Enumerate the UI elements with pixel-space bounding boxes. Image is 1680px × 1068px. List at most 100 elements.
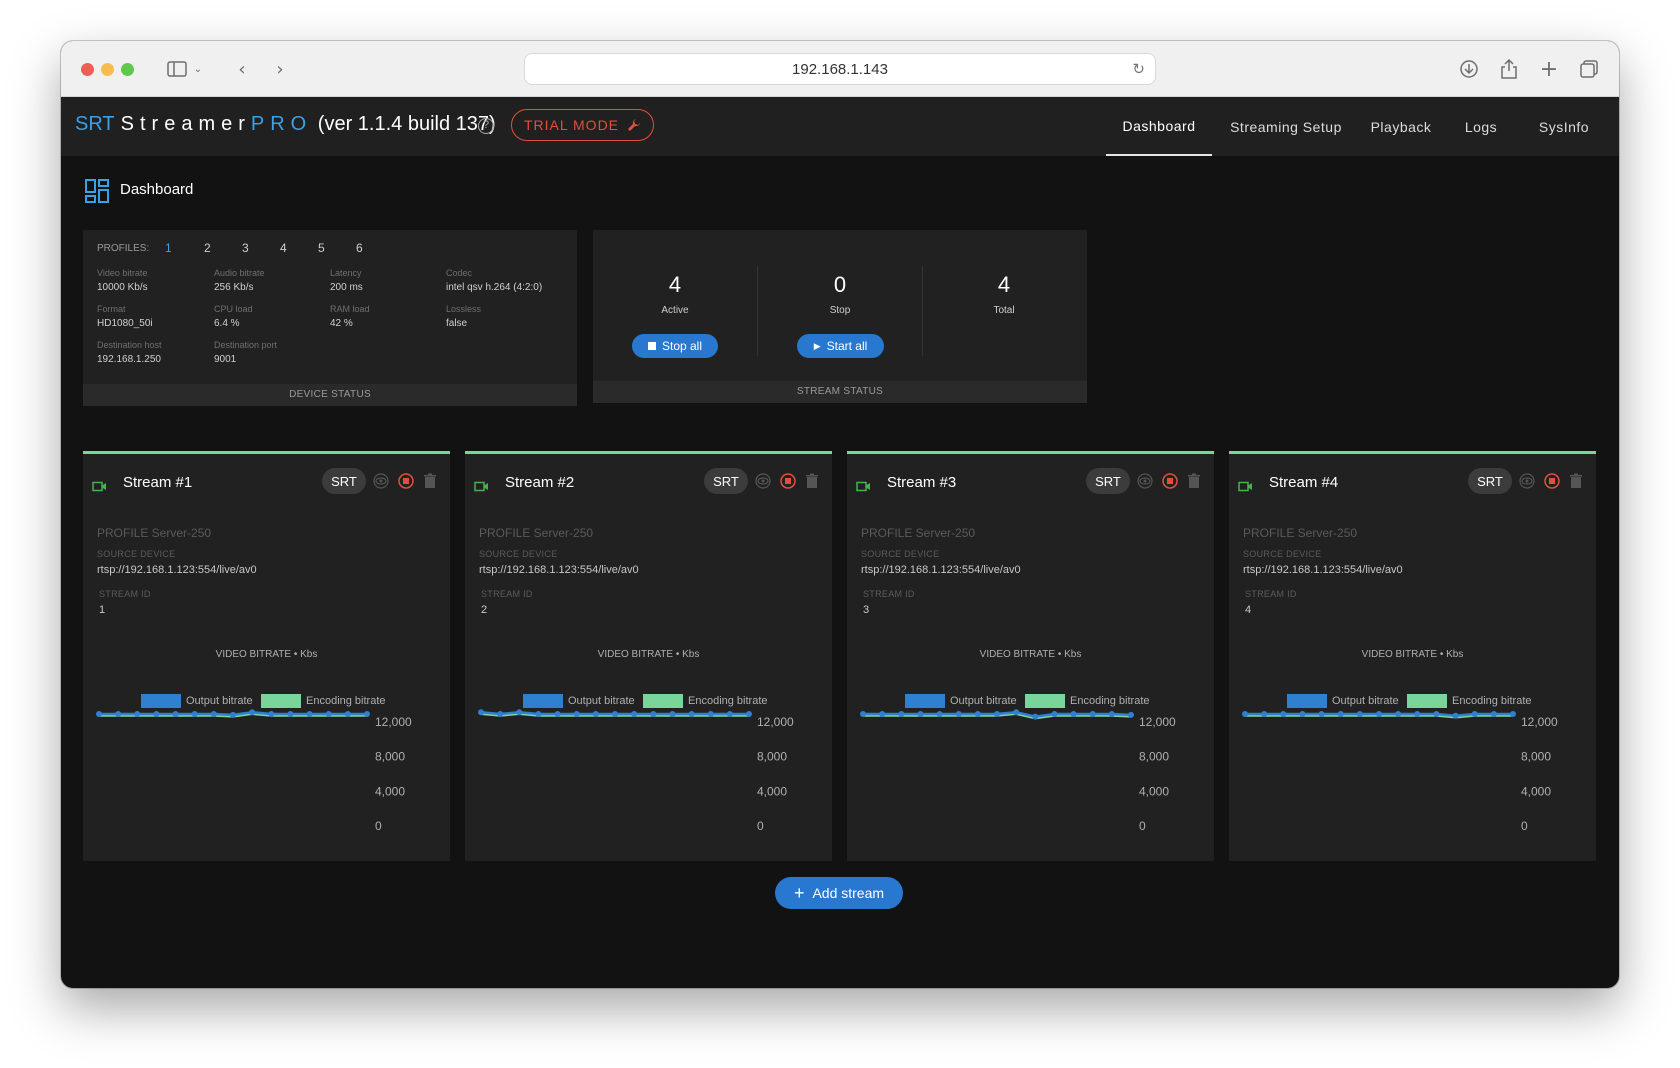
minimize-window-button[interactable] — [101, 63, 114, 76]
output-bitrate-point — [612, 711, 618, 717]
output-bitrate-point — [134, 711, 141, 717]
audio-bitrate-value: 256 Kb/s — [214, 282, 254, 293]
output-bitrate-point — [746, 711, 752, 717]
total-label: Total — [993, 305, 1015, 316]
output-bitrate-point — [364, 711, 370, 717]
output-bitrate-point — [1452, 712, 1459, 719]
wrench-icon — [628, 119, 641, 131]
device-status-footer: DEVICE STATUS — [83, 384, 577, 406]
tab-overview-icon[interactable] — [1577, 57, 1601, 81]
new-tab-icon[interactable]: + — [1537, 57, 1561, 82]
download-icon[interactable] — [1457, 57, 1481, 81]
add-stream-button[interactable]: + Add stream — [775, 877, 903, 909]
trial-mode-button[interactable]: TRIAL MODE — [511, 109, 654, 141]
output-bitrate-point — [1299, 711, 1306, 717]
output-bitrate-point — [535, 711, 542, 717]
output-bitrate-point — [1414, 711, 1421, 717]
app-header: SRT StreamerPRO (ver 1.1.4 build 137) ? T… — [61, 97, 1619, 156]
output-bitrate-point — [1128, 711, 1134, 718]
format-value: HD1080_50i — [97, 318, 153, 329]
output-bitrate-point — [516, 709, 523, 716]
bitrate-chart: 12,000 8,000 4,000 0 — [1242, 711, 1558, 833]
output-bitrate-point — [344, 711, 351, 717]
url-text: 192.168.1.143 — [792, 61, 888, 78]
output-bitrate-point — [172, 711, 179, 717]
stop-square-icon — [647, 342, 656, 350]
close-window-button[interactable] — [81, 63, 94, 76]
destination-port-label: Destination port — [214, 340, 278, 350]
output-bitrate-point — [631, 711, 638, 717]
output-bitrate-point — [1490, 711, 1497, 717]
output-bitrate-point — [1433, 711, 1440, 717]
reload-icon[interactable]: ↻ — [1132, 60, 1145, 78]
nav-sysinfo[interactable]: SysInfo — [1529, 97, 1599, 156]
y-tick-label: 12,000 — [1521, 715, 1558, 729]
back-arrow-icon[interactable]: ‹ — [232, 57, 252, 81]
profile-tab-4[interactable]: 4 — [280, 241, 287, 255]
y-tick-label: 8,000 — [1521, 750, 1551, 764]
help-icon[interactable]: ? — [478, 118, 494, 134]
total-count: 4 — [997, 272, 1011, 297]
output-bitrate-point — [994, 711, 1000, 717]
stream-card: Stream #1 SRT PROFILE Server-250 SOURCE … — [83, 451, 450, 861]
codec-label: Codec — [446, 268, 473, 278]
y-tick-label: 0 — [757, 819, 764, 833]
video-bitrate-label: Video bitrate — [97, 268, 148, 278]
nav-dashboard[interactable]: Dashboard — [1106, 97, 1212, 156]
nav-playback[interactable]: Playback — [1361, 97, 1441, 156]
cpu-load-label: CPU load — [214, 304, 253, 314]
output-bitrate-point — [1070, 711, 1077, 717]
output-bitrate-point — [860, 711, 866, 717]
address-bar[interactable]: 192.168.1.143 ↻ — [524, 53, 1156, 85]
active-count: 4 — [668, 272, 682, 297]
output-bitrate-point — [1471, 711, 1478, 717]
latency-value: 200 ms — [330, 282, 363, 293]
sidebar-toggle-icon[interactable] — [165, 57, 189, 81]
profile-tab-5[interactable]: 5 — [318, 241, 325, 255]
share-icon[interactable] — [1497, 57, 1521, 81]
output-bitrate-point — [1242, 711, 1248, 717]
output-bitrate-point — [1108, 711, 1115, 717]
play-icon: ▶ — [813, 340, 821, 351]
output-bitrate-point — [554, 711, 561, 717]
output-bitrate-point — [96, 711, 102, 717]
forward-arrow-icon[interactable]: › — [270, 57, 290, 81]
profile-tab-1[interactable]: 1 — [165, 241, 172, 255]
add-stream-label: Add stream — [812, 885, 885, 901]
output-bitrate-point — [726, 711, 733, 717]
output-bitrate-point — [592, 711, 599, 717]
stream-status-panel: 4 Active 0 Stop 4 Total Stop all ▶ Start… — [593, 230, 1087, 403]
stop-all-button[interactable]: Stop all — [632, 334, 718, 358]
brand-srt: SRT — [75, 113, 115, 135]
start-all-button[interactable]: ▶ Start all — [797, 334, 884, 358]
cpu-load-value: 6.4 % — [214, 318, 240, 329]
output-bitrate-point — [573, 711, 580, 717]
y-tick-label: 12,000 — [757, 715, 794, 729]
output-bitrate-point — [898, 711, 905, 717]
chevron-down-icon[interactable]: ⌄ — [191, 57, 205, 81]
ram-load-value: 42 % — [330, 318, 353, 329]
destination-host-label: Destination host — [97, 340, 162, 350]
brand-pro: PRO — [250, 113, 313, 135]
y-tick-label: 8,000 — [375, 750, 405, 764]
stop-all-label: Stop all — [661, 339, 703, 353]
format-label: Format — [97, 304, 126, 314]
output-bitrate-point — [1510, 711, 1516, 717]
profile-tab-6[interactable]: 6 — [356, 241, 363, 255]
nav-logs[interactable]: Logs — [1451, 97, 1511, 156]
stream-card: Stream #4 SRT PROFILE Server-250 SOURCE … — [1229, 451, 1596, 861]
nav-streaming-setup[interactable]: Streaming Setup — [1221, 97, 1351, 156]
output-bitrate-point — [230, 711, 236, 718]
app-brand: SRT StreamerPRO (ver 1.1.4 build 137) — [75, 113, 496, 136]
output-bitrate-point — [191, 711, 198, 717]
profile-tab-3[interactable]: 3 — [242, 241, 249, 255]
output-bitrate-point — [669, 711, 676, 717]
zoom-window-button[interactable] — [121, 63, 134, 76]
bitrate-chart: 12,000 8,000 4,000 0 — [96, 709, 412, 833]
profile-tab-2[interactable]: 2 — [204, 241, 211, 255]
browser-toolbar: ⌄ ‹ › 192.168.1.143 ↻ + — [61, 41, 1619, 97]
output-bitrate-point — [688, 711, 695, 717]
brand-streamer: Streamer — [120, 113, 251, 135]
y-tick-label: 12,000 — [375, 715, 412, 729]
dashboard-icon — [85, 179, 109, 208]
